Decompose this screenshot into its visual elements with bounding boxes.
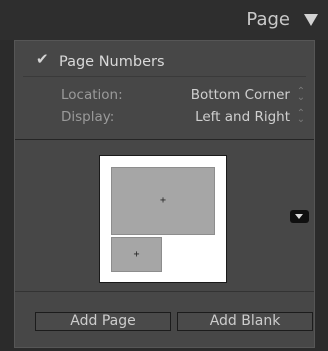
display-label: Display: <box>61 109 115 125</box>
page-thumbnail[interactable]: + + <box>99 155 227 283</box>
add-page-button[interactable]: Add Page <box>35 312 171 331</box>
display-stepper-icon[interactable]: ⌃ ⌄ <box>296 109 306 125</box>
panel-body: ✔ Page Numbers Location: Bottom Corner ⌃… <box>14 40 315 348</box>
photo-cell-small[interactable]: + <box>111 237 162 272</box>
page-numbers-label[interactable]: Page Numbers <box>59 54 165 70</box>
button-bar: Add Page Add Blank <box>15 291 314 350</box>
location-value[interactable]: Bottom Corner <box>191 87 290 103</box>
dropdown-menu-icon[interactable] <box>290 210 309 223</box>
add-blank-button[interactable]: Add Blank <box>177 312 313 331</box>
page-numbers-checkbox[interactable]: ✔ <box>36 51 49 67</box>
location-stepper-icon[interactable]: ⌃ ⌄ <box>296 87 306 103</box>
photo-cell-large[interactable]: + <box>111 167 215 235</box>
display-value[interactable]: Left and Right <box>195 109 290 125</box>
panel-header[interactable]: Page <box>0 0 328 40</box>
plus-icon: + <box>133 248 140 260</box>
page-numbers-section: ✔ Page Numbers Location: Bottom Corner ⌃… <box>15 41 314 140</box>
panel-title: Page <box>246 9 290 30</box>
location-label: Location: <box>61 87 123 103</box>
page-preview-area: + + <box>15 140 314 290</box>
plus-icon: + <box>159 194 167 206</box>
divider <box>23 76 306 77</box>
triangle-down-icon[interactable] <box>304 14 318 26</box>
